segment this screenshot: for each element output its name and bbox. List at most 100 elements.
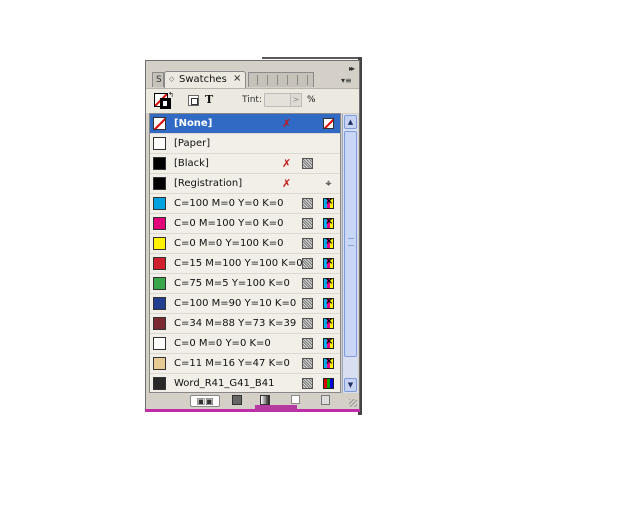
swatch-chip xyxy=(153,217,166,230)
process-icon xyxy=(302,198,313,209)
document-pink-mark xyxy=(255,405,297,411)
swatch-chip xyxy=(153,157,166,170)
swatch-name: C=34 M=88 Y=73 K=39 xyxy=(174,318,297,329)
swap-arrow-icon[interactable]: ↰ xyxy=(168,91,174,99)
swatch-name: C=0 M=100 Y=0 K=0 xyxy=(174,218,284,229)
cmyk-icon xyxy=(323,236,334,249)
swatch-chip xyxy=(153,117,166,130)
swatch-chip xyxy=(153,137,166,150)
swatch-name: C=0 M=0 Y=0 K=0 xyxy=(174,338,271,349)
cmyk-icon xyxy=(323,196,334,209)
cmyk-icon xyxy=(323,356,334,369)
pencil-x-icon: ✗ xyxy=(282,117,292,130)
swatch-name: C=11 M=16 Y=47 K=0 xyxy=(174,358,290,369)
swatch-name: [Black] xyxy=(174,158,209,169)
show-color-swatches-button[interactable] xyxy=(230,395,244,407)
swatch-row[interactable]: [Black] ✗ xyxy=(150,154,340,174)
process-icon xyxy=(302,358,313,369)
tint-slider-arrow-icon[interactable]: > xyxy=(290,93,302,107)
process-icon xyxy=(302,158,313,169)
cmyk-icon xyxy=(323,316,334,329)
process-icon xyxy=(302,378,313,389)
swatch-row[interactable]: C=11 M=16 Y=47 K=0 xyxy=(150,354,340,374)
swatch-row[interactable]: [Registration] ✗ ⌖ xyxy=(150,174,340,194)
pencil-x-icon: ✗ xyxy=(282,157,292,170)
document-pink-line xyxy=(145,409,360,412)
swatch-row[interactable]: C=0 M=100 Y=0 K=0 xyxy=(150,214,340,234)
cmyk-icon xyxy=(323,296,334,309)
swatch-chip xyxy=(153,237,166,250)
cmyk-icon xyxy=(323,216,334,229)
swatch-row[interactable]: C=0 M=0 Y=100 K=0 xyxy=(150,234,340,254)
swatch-name: [Paper] xyxy=(174,138,211,149)
swatch-row[interactable]: C=75 M=5 Y=100 K=0 xyxy=(150,274,340,294)
swatch-chip xyxy=(153,337,166,350)
resize-grip-icon[interactable] xyxy=(349,399,357,407)
pencil-x-icon: ✗ xyxy=(282,177,292,190)
fill-stroke-widget[interactable]: ↰ xyxy=(154,91,174,110)
swatch-name: C=0 M=0 Y=100 K=0 xyxy=(174,238,284,249)
none-icon xyxy=(323,118,334,129)
swatch-name: [None] xyxy=(174,118,213,129)
trash-icon xyxy=(320,395,330,405)
swatch-chip xyxy=(153,257,166,270)
scroll-up-icon[interactable]: ▲ xyxy=(344,115,357,129)
tab-swatches[interactable]: ◇ Swatches × xyxy=(164,71,246,88)
gradient-icon xyxy=(260,395,270,405)
panel-bottom-bar: ▣▣ xyxy=(146,394,359,409)
process-icon xyxy=(302,238,313,249)
swatch-name: C=100 M=90 Y=10 K=0 xyxy=(174,298,297,309)
tint-input[interactable] xyxy=(264,93,292,107)
show-all-swatches-button[interactable]: ▣▣ xyxy=(190,395,220,407)
grip-icon xyxy=(348,238,354,246)
swatch-row[interactable]: C=100 M=90 Y=10 K=0 xyxy=(150,294,340,314)
swatch-row[interactable]: C=100 M=0 Y=0 K=0 xyxy=(150,194,340,214)
process-icon xyxy=(302,218,313,229)
process-icon xyxy=(302,278,313,289)
tint-percent-label: % xyxy=(307,95,316,105)
panel-menu-icon[interactable]: ▾≡ xyxy=(341,76,355,88)
close-icon[interactable]: × xyxy=(233,73,241,84)
swatch-chip xyxy=(153,317,166,330)
color-swatch-icon xyxy=(232,395,242,405)
swatch-name: [Registration] xyxy=(174,178,243,189)
swatch-chip xyxy=(153,357,166,370)
swatch-row[interactable]: [None] ✗ xyxy=(150,114,340,134)
scroll-down-icon[interactable]: ▼ xyxy=(344,378,357,392)
other-tabs[interactable] xyxy=(248,72,314,87)
scrollbar[interactable]: ▲ ▼ xyxy=(342,114,358,393)
swatch-chip xyxy=(153,377,166,390)
swatch-chip xyxy=(153,197,166,210)
cmyk-icon xyxy=(323,336,334,349)
swatch-chip xyxy=(153,177,166,190)
cmyk-icon xyxy=(323,276,334,289)
new-swatch-icon xyxy=(290,395,300,404)
swatch-name: C=100 M=0 Y=0 K=0 xyxy=(174,198,284,209)
swatch-row[interactable]: C=34 M=88 Y=73 K=39 xyxy=(150,314,340,334)
process-icon xyxy=(302,338,313,349)
process-icon xyxy=(302,298,313,309)
panel-tab-bar: S ◇ Swatches × xyxy=(152,71,352,88)
swatches-toolbar: ↰ T Tint: > % xyxy=(146,88,359,113)
process-icon xyxy=(302,318,313,329)
delete-swatch-button[interactable] xyxy=(318,395,332,407)
tint-label: Tint: xyxy=(242,95,262,105)
background-line xyxy=(262,57,362,59)
tab-title: Swatches xyxy=(179,74,227,85)
swatch-name: C=75 M=5 Y=100 K=0 xyxy=(174,278,290,289)
swatch-row[interactable]: C=15 M=100 Y=100 K=0 xyxy=(150,254,340,274)
cmyk-icon xyxy=(323,256,334,269)
tab-stub[interactable]: S xyxy=(152,72,164,87)
process-icon xyxy=(302,258,313,269)
swatch-row[interactable]: Word_R41_G41_B41 xyxy=(150,374,340,392)
formatting-text-button[interactable]: T xyxy=(205,93,213,106)
formatting-container-icon[interactable] xyxy=(188,95,199,106)
scroll-thumb[interactable] xyxy=(344,131,357,357)
swatches-panel: ▸▸ S ◇ Swatches × ▾≡ ↰ T Tint: > % [None… xyxy=(145,60,360,410)
swatch-name: Word_R41_G41_B41 xyxy=(174,378,275,389)
tab-diamond-icon: ◇ xyxy=(169,75,175,83)
swatch-row[interactable]: [Paper] xyxy=(150,134,340,154)
swatch-row[interactable]: C=0 M=0 Y=0 K=0 xyxy=(150,334,340,354)
rgb-icon xyxy=(323,378,334,389)
stroke-icon[interactable] xyxy=(160,98,171,109)
